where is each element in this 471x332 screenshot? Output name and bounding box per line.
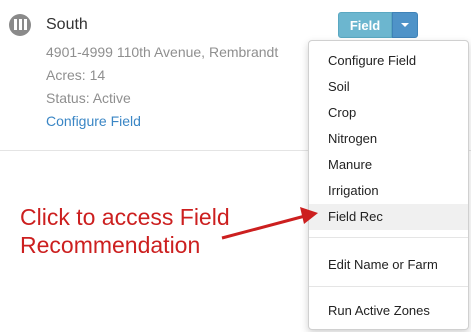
menu-divider xyxy=(309,286,468,287)
menu-item-irrigation[interactable]: Irrigation xyxy=(309,178,468,204)
field-dropdown-menu: Configure Field Soil Crop Nitrogen Manur… xyxy=(308,40,469,330)
annotation-line-1: Click to access Field xyxy=(20,204,230,230)
chevron-down-icon xyxy=(401,23,409,27)
menu-divider xyxy=(309,237,468,238)
menu-item-manure[interactable]: Manure xyxy=(309,152,468,178)
menu-item-soil[interactable]: Soil xyxy=(309,74,468,100)
menu-item-field-rec[interactable]: Field Rec xyxy=(309,204,468,230)
annotation-callout: Click to access Field Recommendation xyxy=(20,203,230,259)
field-icon xyxy=(9,14,31,36)
menu-item-edit-name-or-farm[interactable]: Edit Name or Farm xyxy=(309,252,468,278)
configure-field-link[interactable]: Configure Field xyxy=(46,113,141,129)
field-acres: Acres: 14 xyxy=(46,67,106,83)
field-name: South xyxy=(46,16,88,33)
menu-item-nitrogen[interactable]: Nitrogen xyxy=(309,126,468,152)
field-status: Status: Active xyxy=(46,90,131,106)
menu-item-configure-field[interactable]: Configure Field xyxy=(309,48,468,74)
menu-item-crop[interactable]: Crop xyxy=(309,100,468,126)
menu-item-run-active-zones[interactable]: Run Active Zones xyxy=(309,298,468,324)
field-address: 4901-4999 110th Avenue, Rembrandt xyxy=(46,44,279,60)
field-button-group: Field xyxy=(338,12,418,38)
field-dropdown-toggle[interactable] xyxy=(392,12,418,38)
field-button[interactable]: Field xyxy=(338,12,392,38)
annotation-line-2: Recommendation xyxy=(20,232,201,258)
